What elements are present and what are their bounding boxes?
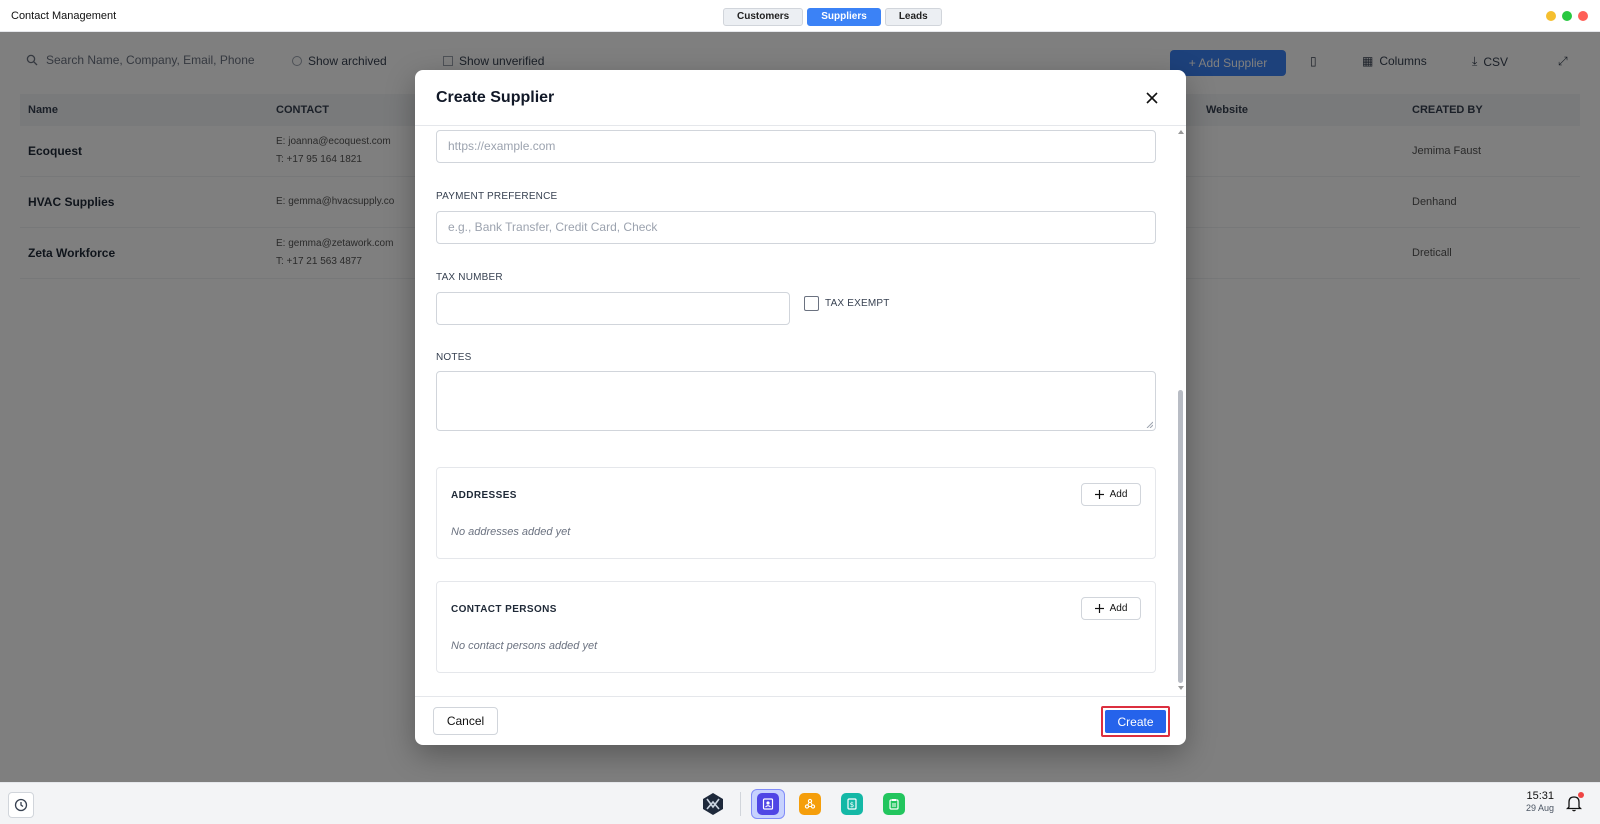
close-icon bbox=[1146, 92, 1158, 104]
dialog-title: Create Supplier bbox=[436, 89, 555, 106]
window-titlebar: Contact Management Customers Suppliers L… bbox=[0, 0, 1600, 32]
contact-persons-empty-text: No contact persons added yet bbox=[451, 640, 598, 652]
network-icon bbox=[799, 793, 821, 815]
add-contact-person-button[interactable]: Add bbox=[1081, 597, 1141, 620]
dock: $ bbox=[696, 789, 911, 819]
clipboard-icon bbox=[883, 793, 905, 815]
notes-label: NOTES bbox=[436, 352, 472, 363]
dialog-header: Create Supplier bbox=[415, 70, 1186, 126]
module-tabs: Customers Suppliers Leads bbox=[723, 8, 942, 26]
add-address-label: Add bbox=[1109, 489, 1128, 500]
dock-separator bbox=[740, 792, 741, 816]
create-button[interactable]: Create bbox=[1105, 710, 1166, 733]
tax-exempt-checkbox[interactable] bbox=[804, 296, 819, 311]
notification-badge bbox=[1578, 792, 1584, 798]
tax-number-input[interactable] bbox=[436, 292, 790, 325]
addresses-title: ADDRESSES bbox=[451, 490, 517, 501]
maximize-button[interactable] bbox=[1562, 11, 1572, 21]
close-window-button[interactable] bbox=[1578, 11, 1588, 21]
spreadsheet-icon: $ bbox=[841, 793, 863, 815]
payment-preference-label: PAYMENT PREFERENCE bbox=[436, 191, 558, 202]
create-button-highlight: Create bbox=[1101, 706, 1170, 737]
tax-exempt-label: TAX EXEMPT bbox=[825, 298, 890, 309]
dialog-footer: Cancel Create bbox=[415, 696, 1186, 745]
website-input[interactable]: https://example.com bbox=[436, 130, 1156, 163]
cancel-button[interactable]: Cancel bbox=[433, 707, 498, 735]
close-dialog-button[interactable] bbox=[1140, 86, 1164, 110]
addresses-section: ADDRESSES Add No addresses added yet bbox=[436, 467, 1156, 559]
add-address-button[interactable]: Add bbox=[1081, 483, 1141, 506]
plus-icon bbox=[1094, 490, 1104, 499]
notifications-button[interactable] bbox=[1565, 792, 1584, 817]
minimize-button[interactable] bbox=[1546, 11, 1556, 21]
clock-date: 29 Aug bbox=[1525, 803, 1554, 813]
dialog-scrollbar[interactable] bbox=[1177, 130, 1185, 690]
contacts-app[interactable] bbox=[751, 789, 785, 819]
tab-suppliers[interactable]: Suppliers bbox=[807, 8, 881, 26]
tax-number-label: TAX NUMBER bbox=[436, 272, 503, 283]
tab-customers[interactable]: Customers bbox=[723, 8, 804, 26]
system-clock[interactable]: 15:31 29 Aug bbox=[1514, 790, 1554, 813]
notes-textarea[interactable] bbox=[436, 371, 1156, 431]
taskbar: $ 15:31 29 Aug bbox=[0, 782, 1600, 824]
addresses-empty-text: No addresses added yet bbox=[451, 526, 571, 538]
clipboard-app[interactable] bbox=[877, 789, 911, 819]
contact-persons-title: CONTACT PERSONS bbox=[451, 604, 557, 615]
launcher-logo-icon[interactable] bbox=[696, 789, 730, 819]
window-controls bbox=[1546, 11, 1588, 21]
app-title: Contact Management bbox=[11, 10, 117, 22]
scroll-down-arrow-icon[interactable] bbox=[1178, 686, 1184, 690]
spreadsheet-app[interactable]: $ bbox=[835, 789, 869, 819]
clock-icon bbox=[14, 798, 28, 812]
dialog-body[interactable]: https://example.com PAYMENT PREFERENCE e… bbox=[415, 126, 1186, 696]
scroll-up-arrow-icon[interactable] bbox=[1178, 130, 1184, 134]
create-supplier-dialog: Create Supplier https://example.com PAYM… bbox=[415, 70, 1186, 745]
payment-preference-input[interactable]: e.g., Bank Transfer, Credit Card, Check bbox=[436, 211, 1156, 244]
svg-text:$: $ bbox=[850, 801, 854, 809]
contact-persons-section: CONTACT PERSONS Add No contact persons a… bbox=[436, 581, 1156, 673]
scroll-thumb[interactable] bbox=[1178, 390, 1183, 683]
tab-leads[interactable]: Leads bbox=[884, 8, 942, 26]
plus-icon bbox=[1094, 604, 1104, 613]
clock-time: 15:31 bbox=[1526, 790, 1554, 802]
network-app[interactable] bbox=[793, 789, 827, 819]
history-button[interactable] bbox=[8, 792, 34, 818]
logo-mark-icon bbox=[703, 793, 723, 815]
add-contact-label: Add bbox=[1109, 603, 1128, 614]
resize-grip-icon[interactable] bbox=[1146, 421, 1153, 428]
contacts-book-icon bbox=[757, 793, 779, 815]
